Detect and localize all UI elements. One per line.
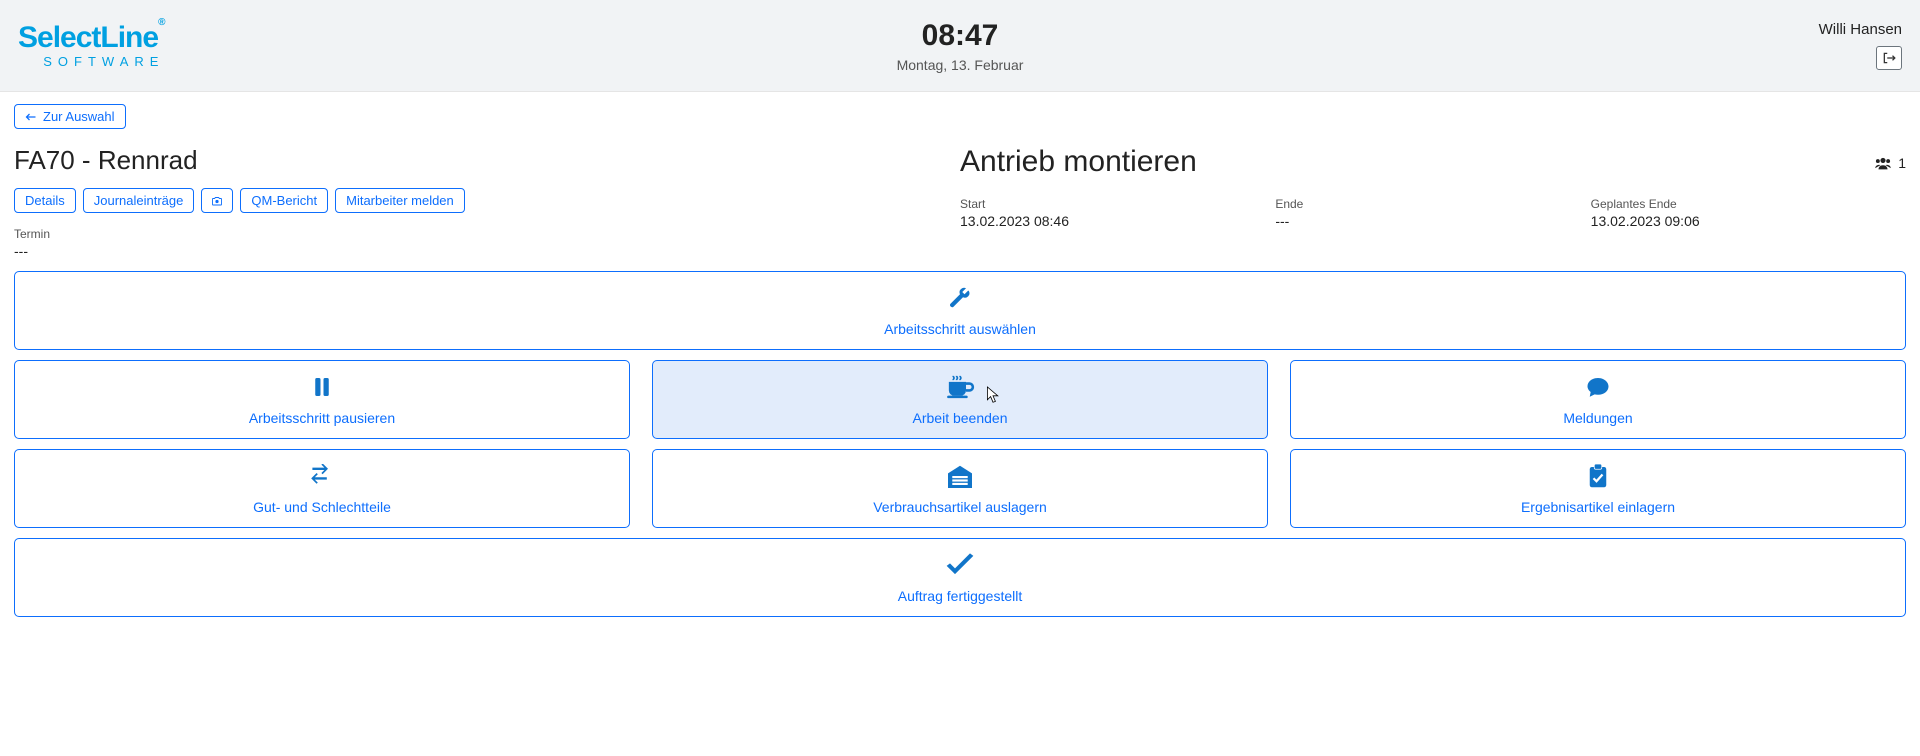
good-bad-tile[interactable]: Gut- und Schlechtteile [14,449,630,528]
back-label: Zur Auswahl [43,109,115,124]
report-employee-button[interactable]: Mitarbeiter melden [335,188,465,213]
select-step-tile[interactable]: Arbeitsschritt auswählen [14,271,1906,350]
clipboard-check-icon [1583,464,1613,491]
page-title: FA70 - Rennrad [14,145,960,176]
messages-tile[interactable]: Meldungen [1290,360,1906,439]
qm-report-button[interactable]: QM-Bericht [240,188,328,213]
mouse-cursor-icon [985,385,1001,405]
clock-time: 08:47 [897,19,1024,53]
journal-button[interactable]: Journaleinträge [83,188,195,213]
users-icon [1874,156,1892,170]
pause-icon [307,375,337,402]
withdraw-tile[interactable]: Verbrauchsartikel auslagern [652,449,1268,528]
logo-line1: SelectLine® [18,23,164,53]
store-result-tile[interactable]: Ergebnisartikel einlagern [1290,449,1906,528]
user-name: Willi Hansen [1819,21,1902,38]
task-title: Antrieb montieren [960,145,1906,179]
termin-label: Termin [14,227,960,241]
check-icon [945,553,975,580]
tile-label: Auftrag fertiggestellt [898,588,1023,604]
planned-end-value: 13.02.2023 09:06 [1591,213,1906,229]
end-label: Ende [1275,197,1590,211]
tile-label: Verbrauchsartikel auslagern [873,499,1047,515]
pause-step-tile[interactable]: Arbeitsschritt pausieren [14,360,630,439]
logout-icon [1882,51,1896,65]
logout-button[interactable] [1876,46,1902,70]
details-button[interactable]: Details [14,188,76,213]
tile-label: Meldungen [1563,410,1632,426]
people-count: 1 [1874,155,1906,171]
tile-label: Arbeitsschritt auswählen [884,321,1036,337]
wrench-icon [945,286,975,313]
camera-button[interactable] [201,188,233,213]
user-block: Willi Hansen [1819,21,1902,70]
coffee-icon [945,375,975,402]
tile-label: Arbeitsschritt pausieren [249,410,395,426]
end-work-tile[interactable]: Arbeit beenden [652,360,1268,439]
termin-value: --- [14,243,960,259]
complete-order-tile[interactable]: Auftrag fertiggestellt [14,538,1906,617]
page-body: Zur Auswahl FA70 - Rennrad Details Journ… [0,92,1920,639]
camera-icon [210,195,224,207]
app-logo: SelectLine® SOFTWARE [18,23,164,68]
chat-icon [1583,375,1613,402]
end-value: --- [1275,213,1590,229]
planned-end-label: Geplantes Ende [1591,197,1906,211]
people-count-value: 1 [1898,155,1906,171]
warehouse-icon [945,464,975,491]
start-value: 13.02.2023 08:46 [960,213,1275,229]
topbar: SelectLine® SOFTWARE 08:47 Montag, 13. F… [0,0,1920,92]
tile-label: Arbeit beenden [913,410,1008,426]
back-to-selection-button[interactable]: Zur Auswahl [14,104,126,129]
clock-date: Montag, 13. Februar [897,57,1024,73]
clock: 08:47 Montag, 13. Februar [897,19,1024,73]
tile-label: Gut- und Schlechtteile [253,499,391,515]
logo-line2: SOFTWARE [18,55,164,68]
tile-label: Ergebnisartikel einlagern [1521,499,1675,515]
transfer-icon [307,464,337,491]
start-label: Start [960,197,1275,211]
arrow-left-icon [25,111,37,123]
